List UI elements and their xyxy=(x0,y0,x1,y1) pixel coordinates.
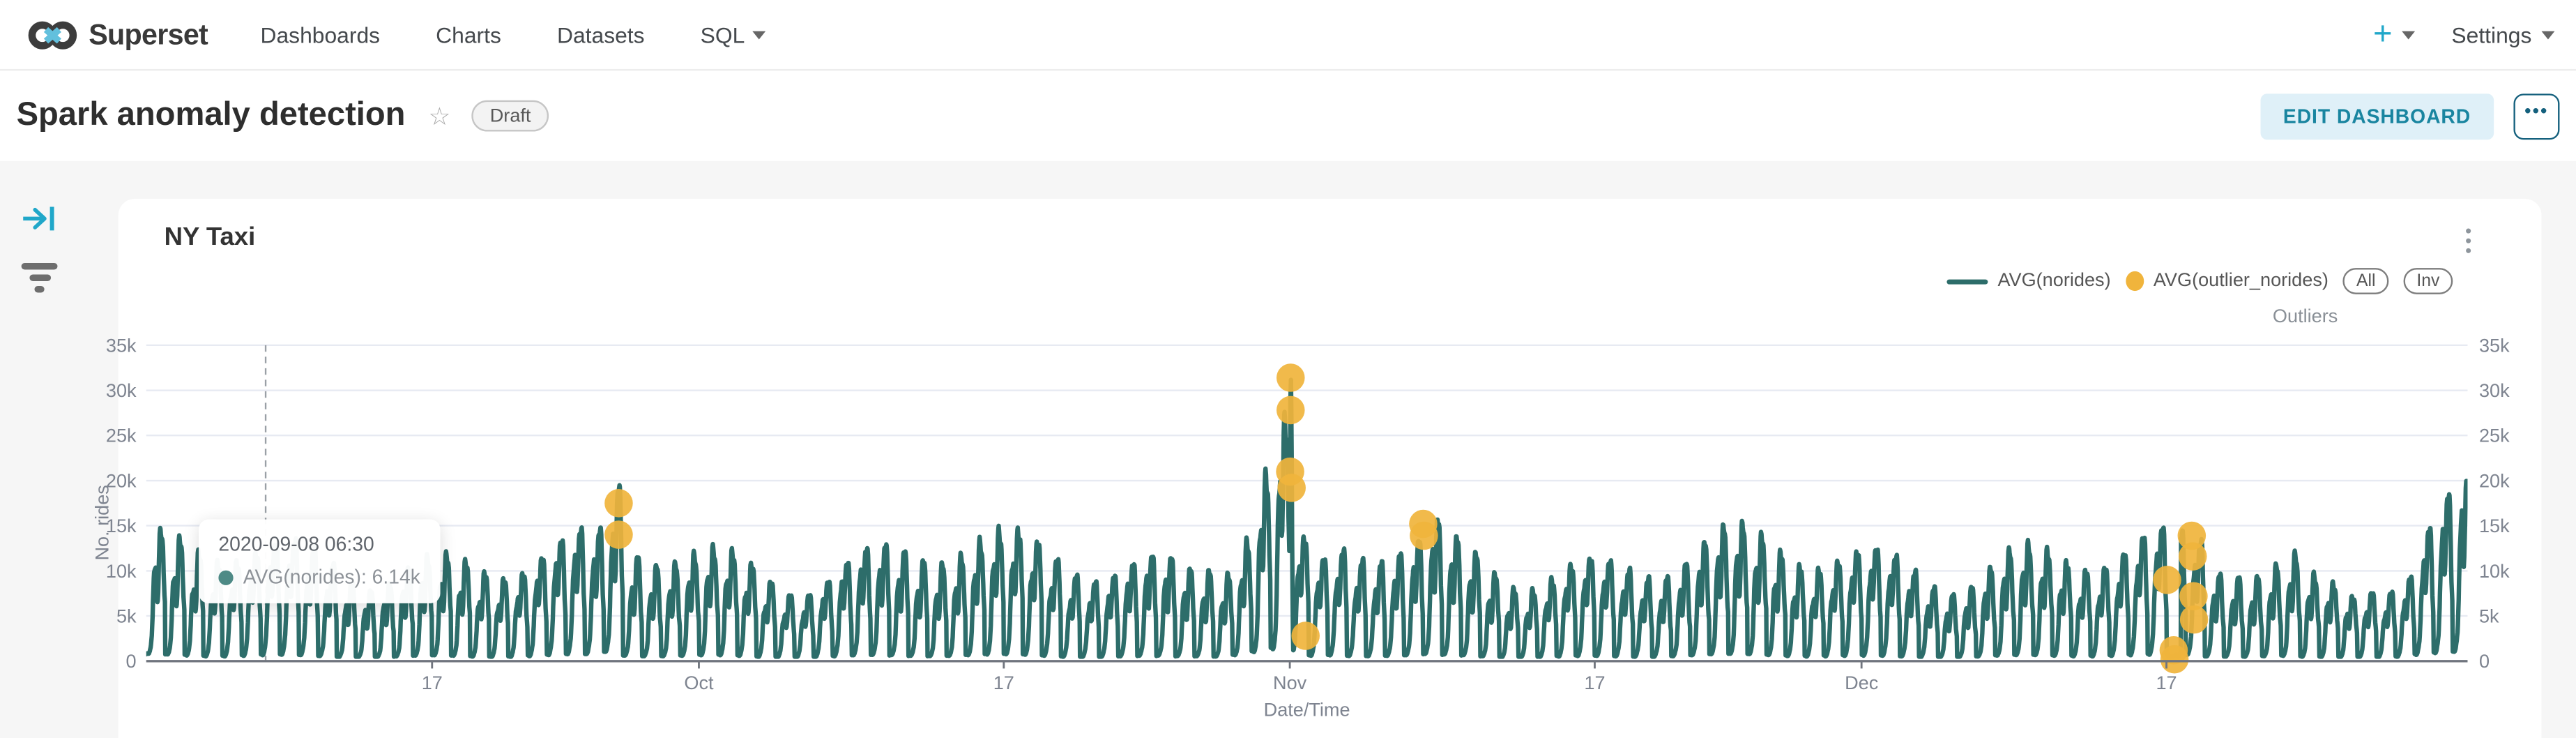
nav-item-charts[interactable]: Charts xyxy=(436,22,501,47)
svg-text:17: 17 xyxy=(422,672,443,693)
dashboard-header: Spark anomaly detection ☆ Draft EDIT DAS… xyxy=(0,70,2576,161)
svg-text:Oct: Oct xyxy=(684,672,714,693)
favorite-star-icon[interactable]: ☆ xyxy=(428,101,450,130)
svg-text:25k: 25k xyxy=(106,425,137,446)
series-color-dot xyxy=(218,570,233,585)
svg-text:5k: 5k xyxy=(116,605,137,626)
superset-app: Superset Dashboards Charts Datasets SQL … xyxy=(0,0,2576,738)
chevron-down-icon xyxy=(2542,31,2555,39)
settings-menu[interactable]: Settings xyxy=(2451,22,2554,47)
nav-item-dashboards[interactable]: Dashboards xyxy=(261,22,381,47)
outlier-point xyxy=(604,489,633,518)
x-axis-title: Date/Time xyxy=(1264,699,1350,721)
header-actions: EDIT DASHBOARD ••• xyxy=(2260,93,2560,139)
superset-logo[interactable]: Superset xyxy=(28,17,208,52)
outlier-point xyxy=(1276,396,1305,425)
ellipsis-icon: ••• xyxy=(2524,103,2548,121)
more-options-button[interactable]: ••• xyxy=(2513,93,2559,139)
svg-text:17: 17 xyxy=(1584,672,1605,693)
svg-text:17: 17 xyxy=(993,672,1014,693)
nav-links: Dashboards Charts Datasets SQL xyxy=(261,22,766,47)
outlier-point xyxy=(1410,522,1438,550)
tooltip-value: AVG(norides): 6.14k xyxy=(243,566,420,589)
chevron-down-icon xyxy=(2402,31,2416,39)
new-item-button[interactable]: + xyxy=(2373,18,2416,51)
outlier-point xyxy=(2160,645,2189,674)
outlier-point xyxy=(2153,566,2181,594)
svg-text:Dec: Dec xyxy=(1845,672,1878,693)
outlier-point xyxy=(1276,363,1305,392)
svg-text:15k: 15k xyxy=(2479,515,2510,536)
nav-item-datasets[interactable]: Datasets xyxy=(557,22,645,47)
tooltip-series-row: AVG(norides): 6.14k xyxy=(218,566,420,589)
svg-text:10k: 10k xyxy=(2479,560,2510,582)
chevron-down-icon xyxy=(753,31,766,39)
superset-logo-icon xyxy=(28,17,77,52)
svg-text:0: 0 xyxy=(2479,650,2490,672)
svg-text:35k: 35k xyxy=(2479,334,2510,356)
outlier-point xyxy=(604,520,633,549)
plus-icon: + xyxy=(2373,18,2393,51)
svg-text:25k: 25k xyxy=(2479,425,2510,446)
svg-text:30k: 30k xyxy=(2479,379,2510,401)
brand-name: Superset xyxy=(89,17,208,52)
svg-text:20k: 20k xyxy=(2479,469,2510,491)
nav-item-sql[interactable]: SQL xyxy=(701,22,766,47)
outlier-point xyxy=(1291,622,1320,650)
svg-text:0: 0 xyxy=(126,650,137,672)
svg-text:17: 17 xyxy=(2156,672,2177,693)
page-title: Spark anomaly detection xyxy=(17,97,406,135)
tooltip-timestamp: 2020-09-08 06:30 xyxy=(218,533,420,556)
nav-right: + Settings xyxy=(2373,18,2576,51)
outlier-point xyxy=(2179,542,2207,571)
settings-label: Settings xyxy=(2451,22,2531,47)
y-axis-title: No. rides xyxy=(91,485,113,560)
status-badge: Draft xyxy=(472,100,549,132)
outlier-point xyxy=(2180,605,2209,634)
svg-text:10k: 10k xyxy=(106,560,137,582)
edit-dashboard-button[interactable]: EDIT DASHBOARD xyxy=(2260,93,2494,139)
svg-text:Nov: Nov xyxy=(1273,672,1307,693)
outlier-point xyxy=(1277,474,1306,502)
svg-text:5k: 5k xyxy=(2479,605,2499,626)
nav-item-sql-label: SQL xyxy=(701,22,745,47)
top-navbar: Superset Dashboards Charts Datasets SQL … xyxy=(0,0,2576,70)
svg-text:30k: 30k xyxy=(106,379,137,401)
svg-text:35k: 35k xyxy=(106,334,137,356)
x-axis-labels: 17 Oct 17 Nov 17 Dec 17 Date/Time xyxy=(422,661,2177,721)
chart-tooltip: 2020-09-08 06:30 AVG(norides): 6.14k xyxy=(199,520,440,603)
